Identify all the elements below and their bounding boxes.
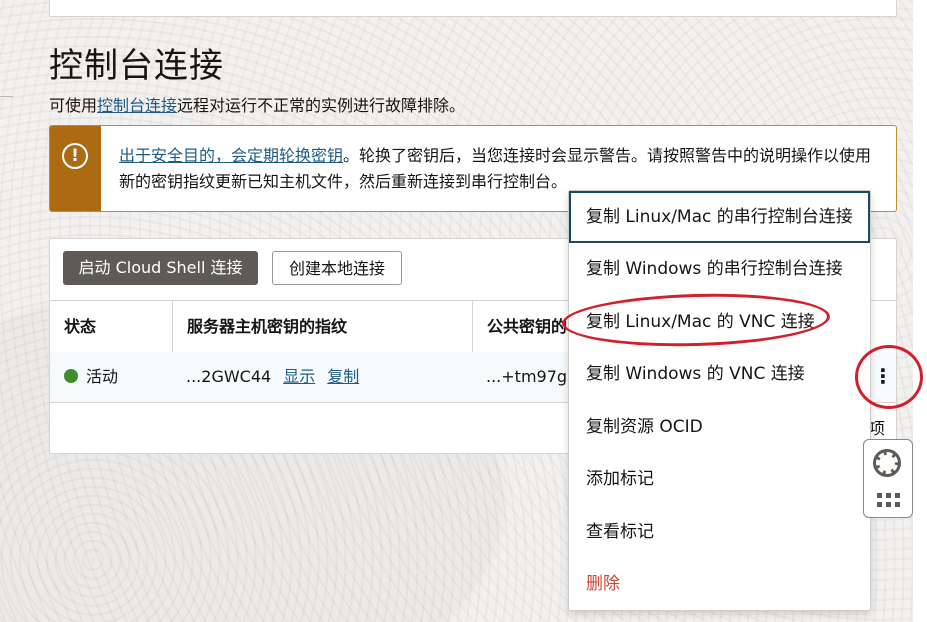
menu-item-copy-linux-serial[interactable]: 复制 Linux/Mac 的串行控制台连接 [569, 191, 870, 243]
page-description: 可使用控制台连接远程对运行不正常的实例进行故障排除。 [49, 92, 465, 116]
grid-icon[interactable] [877, 493, 903, 509]
status-text: 活动 [86, 367, 119, 386]
page-edge [913, 0, 927, 622]
menu-item-view-tags[interactable]: 查看标记 [569, 506, 870, 558]
status-cell: 活动 [50, 352, 172, 402]
actions-menu: 复制 Linux/Mac 的串行控制台连接 复制 Windows 的串行控制台连… [568, 190, 871, 611]
annotation-circle [855, 345, 923, 409]
key-rotation-link[interactable]: 出于安全目的，会定期轮换密钥 [119, 146, 343, 165]
fingerprint-cell: ...2GWC44 显示 复制 [172, 352, 472, 402]
menu-item-copy-windows-vnc[interactable]: 复制 Windows 的 VNC 连接 [569, 348, 870, 400]
warning-text: 出于安全目的，会定期轮换密钥。轮换了密钥后，当您连接时会显示警告。请按照警告中的… [119, 143, 879, 195]
divider [0, 96, 13, 97]
menu-item-add-tags[interactable]: 添加标记 [569, 453, 870, 505]
create-local-connection-button[interactable]: 创建本地连接 [272, 251, 402, 285]
copy-link[interactable]: 复制 [327, 367, 359, 386]
lifebuoy-icon[interactable] [873, 449, 901, 477]
fingerprint-value: ...2GWC44 [186, 367, 272, 386]
pagination-text: 项 [869, 419, 886, 438]
header-fingerprint: 服务器主机密钥的指纹 [172, 301, 472, 353]
desc-prefix: 可使用 [49, 96, 98, 115]
launch-cloud-shell-button[interactable]: 启动 Cloud Shell 连接 [63, 251, 258, 285]
menu-item-copy-windows-serial[interactable]: 复制 Windows 的串行控制台连接 [569, 243, 870, 295]
page-title: 控制台连接 [49, 46, 224, 86]
header-status: 状态 [64, 317, 97, 336]
upper-panel [49, 0, 897, 17]
menu-item-copy-ocid[interactable]: 复制资源 OCID [569, 401, 870, 453]
show-link[interactable]: 显示 [283, 367, 315, 386]
menu-item-delete[interactable]: 删除 [569, 558, 870, 610]
status-active-icon [64, 369, 78, 383]
console-connection-link[interactable]: 控制台连接 [97, 96, 177, 115]
exclamation-circle-icon: ! [62, 143, 88, 169]
warning-side: ! [50, 126, 101, 211]
help-widget[interactable] [863, 439, 913, 518]
desc-suffix: 远程对运行不正常的实例进行故障排除。 [177, 96, 466, 115]
